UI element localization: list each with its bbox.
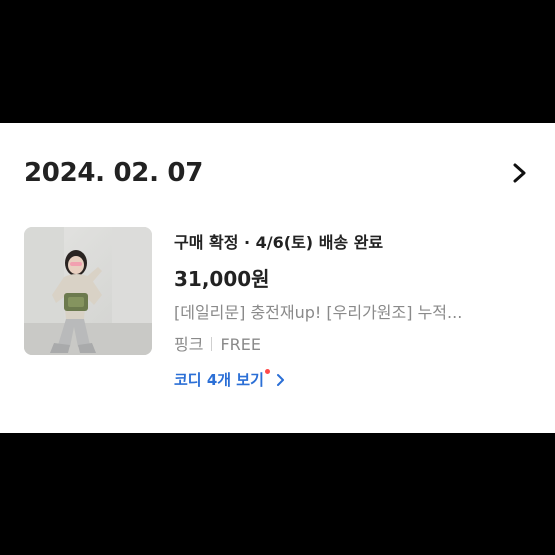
product-options: 핑크 FREE [174, 331, 261, 355]
chevron-right-icon[interactable] [507, 161, 531, 185]
product-name[interactable]: [데일리문] 충전재up! [우리가원조] 누적... [174, 299, 462, 323]
codi-link[interactable]: 코디 4개 보기 [174, 369, 286, 390]
order-date: 2024. 02. 07 [24, 158, 203, 188]
product-thumbnail[interactable] [24, 227, 152, 355]
option-size: FREE [220, 335, 261, 354]
codi-link-label: 코디 4개 보기 [174, 371, 264, 389]
option-divider [211, 337, 213, 351]
chevron-right-icon [276, 373, 286, 387]
screen: 2024. 02. 07 구매 확정 · 4/6(토) 배송 완료 31,000… [0, 0, 555, 555]
order-price: 31,000원 [174, 267, 270, 291]
order-card: 2024. 02. 07 구매 확정 · 4/6(토) 배송 완료 31,000… [0, 123, 555, 433]
order-item: 구매 확정 · 4/6(토) 배송 완료 31,000원 [데일리문] 충전재u… [24, 227, 531, 389]
order-status: 구매 확정 · 4/6(토) 배송 완료 [174, 233, 384, 252]
new-dot-icon [264, 369, 270, 374]
order-date-row[interactable]: 2024. 02. 07 [24, 153, 531, 193]
option-color: 핑크 [174, 335, 204, 354]
